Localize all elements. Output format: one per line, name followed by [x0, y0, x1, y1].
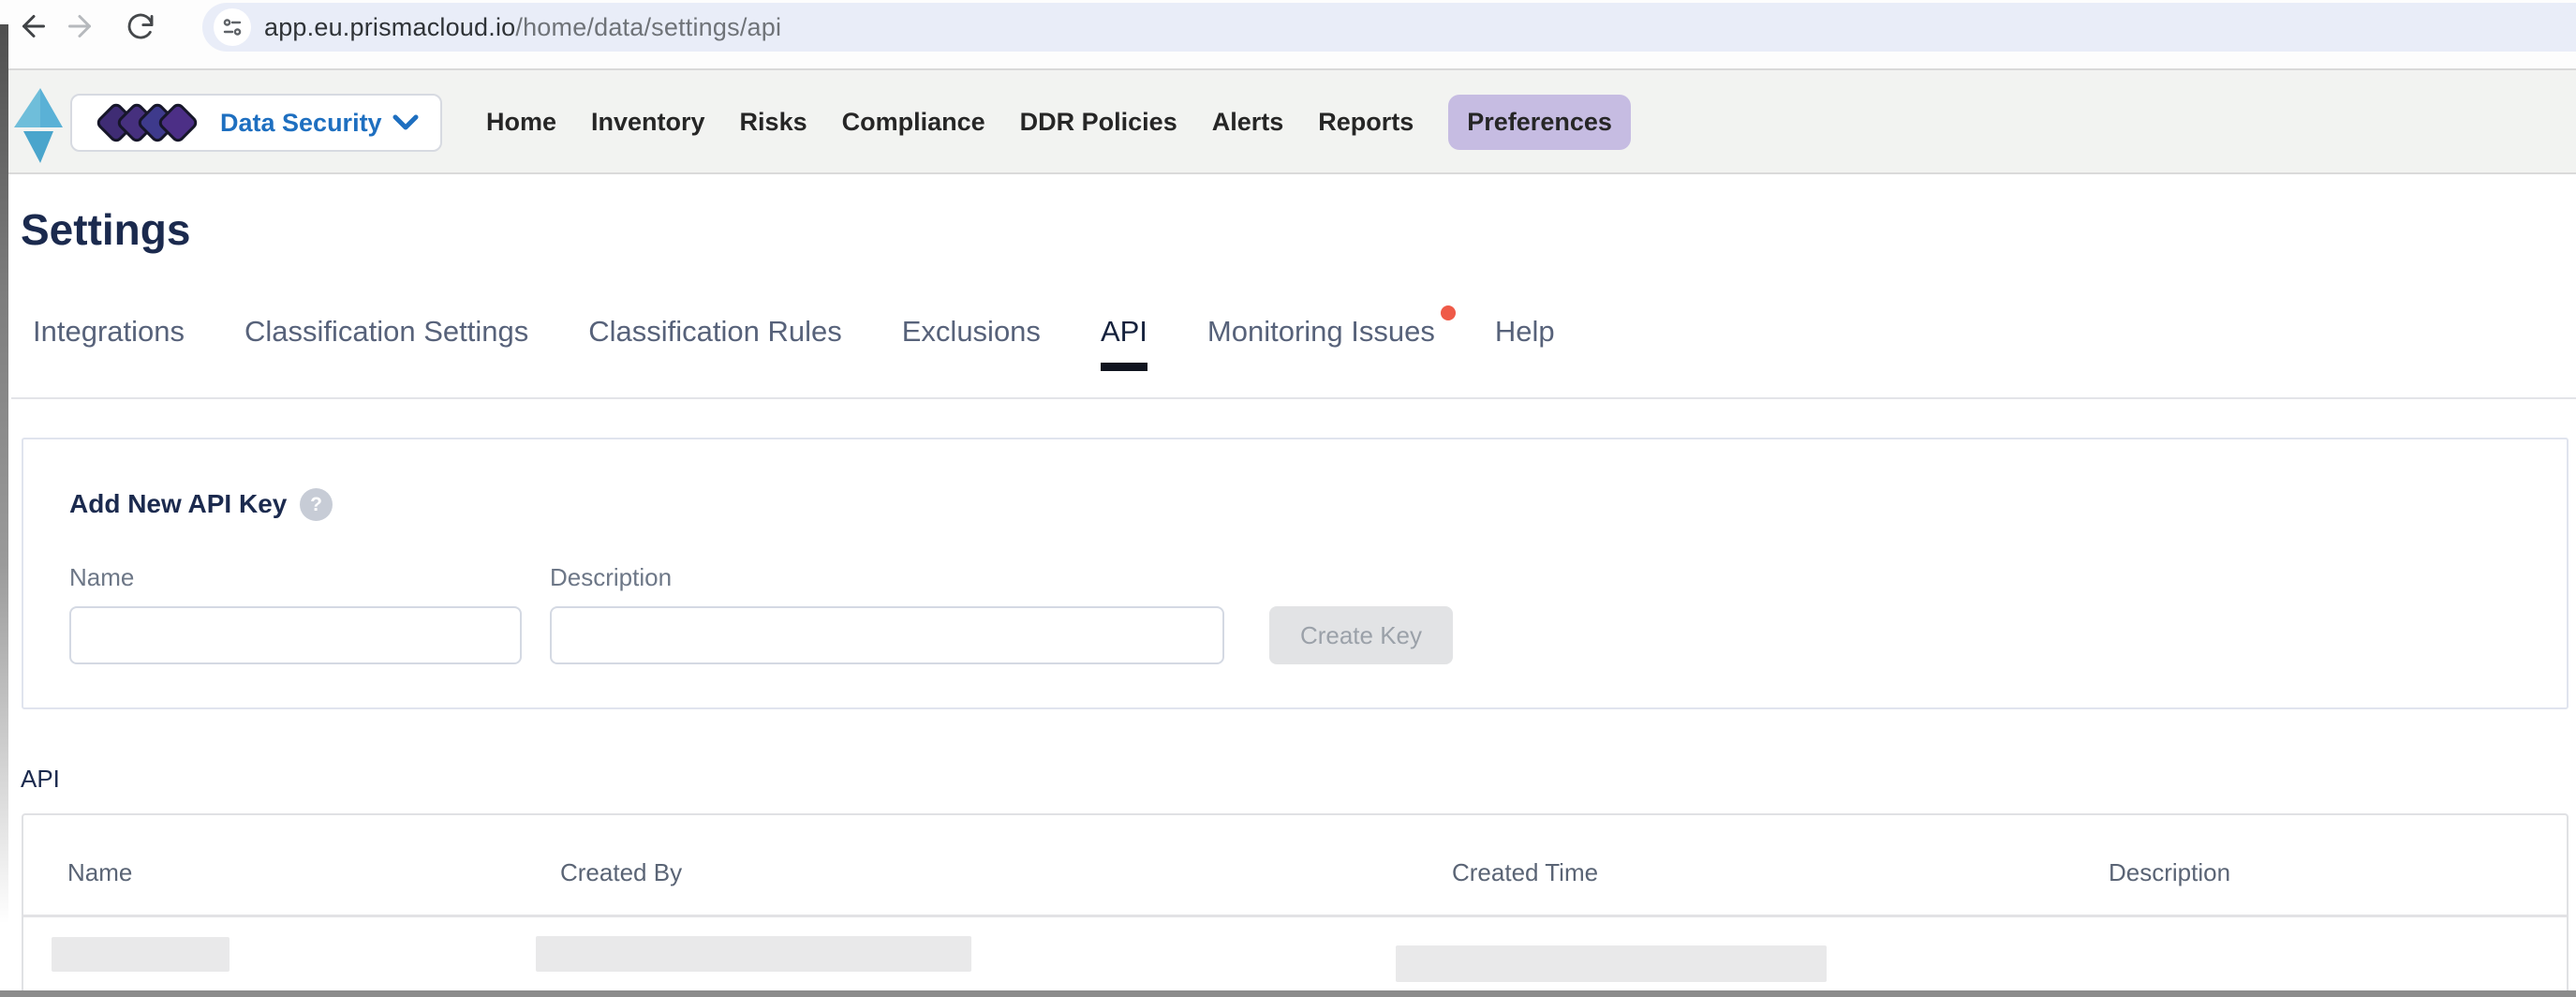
browser-toolbar: app.eu.prismacloud.io/home/data/settings… [0, 0, 2576, 70]
column-header-created-time[interactable]: Created Time [1452, 858, 1598, 887]
description-field-label: Description [550, 563, 672, 592]
help-icon[interactable]: ? [300, 488, 333, 521]
prisma-cloud-logo-icon [12, 79, 65, 165]
tab-monitoring-issues-label: Monitoring Issues [1207, 315, 1435, 348]
api-section-label: API [21, 765, 60, 794]
reload-icon [125, 10, 156, 42]
api-key-description-input[interactable] [550, 606, 1224, 664]
main-menu: Home Inventory Risks Compliance DDR Poli… [486, 70, 1631, 174]
tab-monitoring-issues[interactable]: Monitoring Issues [1207, 315, 1435, 371]
create-key-button[interactable]: Create Key [1269, 606, 1453, 664]
site-settings-sliders-icon [222, 17, 243, 37]
chevron-down-icon [392, 113, 420, 132]
name-field-label: Name [69, 563, 134, 592]
api-key-name-input[interactable] [69, 606, 522, 664]
nav-item-preferences[interactable]: Preferences [1448, 95, 1631, 150]
nav-item-alerts[interactable]: Alerts [1212, 95, 1284, 150]
url-domain: app.eu.prismacloud.io [264, 13, 515, 41]
console-switcher-label: Data Security [220, 109, 382, 138]
browser-back-button[interactable] [15, 7, 52, 45]
loading-skeleton-name [52, 937, 229, 972]
loading-skeleton-created-time [1396, 945, 1827, 982]
address-bar[interactable]: app.eu.prismacloud.io/home/data/settings… [202, 3, 2576, 52]
tab-classification-rules[interactable]: Classification Rules [588, 315, 842, 371]
nav-item-risks[interactable]: Risks [740, 95, 807, 150]
tabs-divider [11, 397, 2576, 399]
window-bottom-edge [0, 990, 2576, 997]
url-path: /home/data/settings/api [515, 13, 781, 41]
browser-forward-button[interactable] [61, 7, 98, 45]
add-api-key-card: Add New API Key ? Name Description Creat… [22, 438, 2569, 709]
back-arrow-icon [17, 9, 51, 43]
url-text[interactable]: app.eu.prismacloud.io/home/data/settings… [264, 13, 781, 42]
tab-exclusions[interactable]: Exclusions [902, 315, 1041, 371]
loading-skeleton-created-by [536, 936, 971, 972]
nav-item-inventory[interactable]: Inventory [591, 95, 705, 150]
column-header-name[interactable]: Name [67, 858, 132, 887]
nav-item-ddr-policies[interactable]: DDR Policies [1020, 95, 1177, 150]
add-api-key-title: Add New API Key [69, 489, 287, 519]
settings-tabs: Integrations Classification Settings Cla… [33, 315, 1555, 371]
api-keys-table: Name Created By Created Time Description [22, 813, 2569, 997]
notification-dot [1441, 305, 1456, 320]
data-security-diamonds-icon [95, 102, 205, 143]
tab-api[interactable]: API [1101, 315, 1147, 371]
tab-help[interactable]: Help [1495, 315, 1555, 371]
column-header-created-by[interactable]: Created By [560, 858, 682, 887]
nav-item-home[interactable]: Home [486, 95, 556, 150]
console-switcher-dropdown[interactable]: Data Security [70, 94, 442, 152]
browser-reload-button[interactable] [122, 7, 159, 45]
nav-item-compliance[interactable]: Compliance [842, 95, 985, 150]
page-title: Settings [21, 204, 190, 255]
nav-item-reports[interactable]: Reports [1318, 95, 1414, 150]
forward-arrow-icon [63, 9, 96, 43]
tab-integrations[interactable]: Integrations [33, 315, 185, 371]
site-settings-button[interactable] [214, 8, 251, 46]
table-header-divider [23, 915, 2569, 917]
window-left-edge [0, 24, 8, 924]
app-navigation-bar: Data Security Home Inventory Risks Compl… [0, 70, 2576, 174]
column-header-description[interactable]: Description [2109, 858, 2230, 887]
tab-classification-settings[interactable]: Classification Settings [244, 315, 528, 371]
